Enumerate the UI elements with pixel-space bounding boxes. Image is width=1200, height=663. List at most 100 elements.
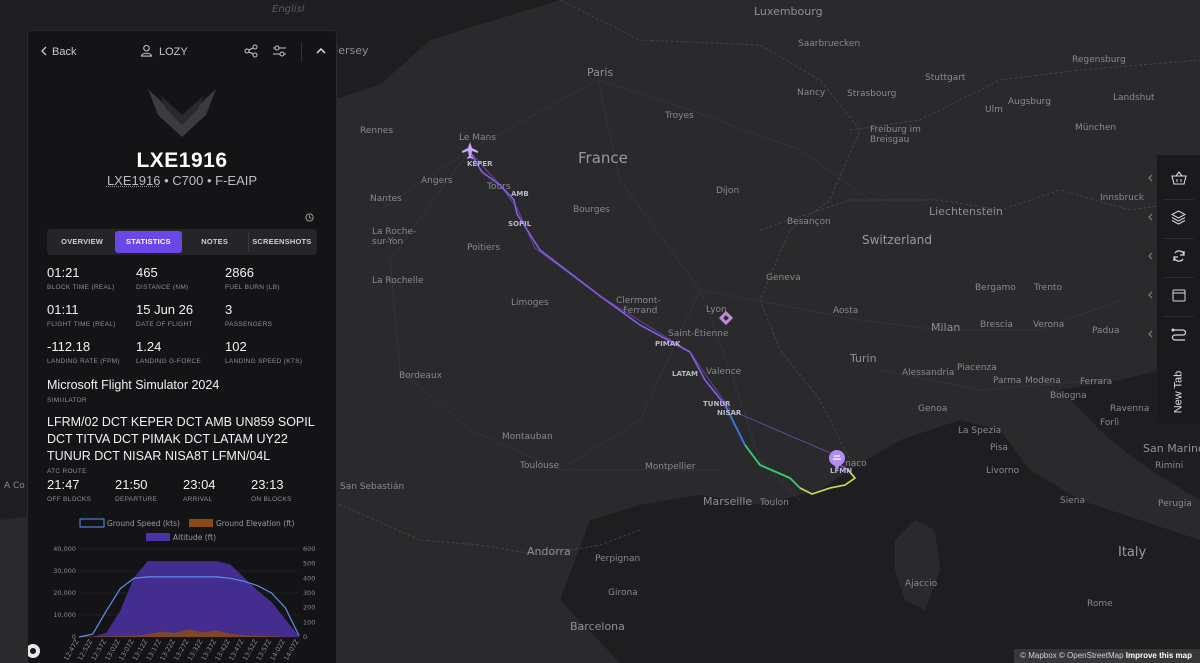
- label-innsbruck: Innsbruck: [1100, 193, 1145, 203]
- user-label: LOZY: [159, 46, 188, 58]
- route-toggle-icon[interactable]: [1157, 317, 1200, 351]
- right-toolbar: New Tab: [1157, 155, 1200, 423]
- stats-row-3: -112.18 LANDING RATE (FPM) 1.24 LANDING G-…: [47, 339, 314, 365]
- stat-passengers: 3 PASSENGERS: [225, 302, 314, 328]
- route-label: ATC ROUTE: [47, 468, 87, 475]
- stat-value: -112.18: [47, 339, 91, 354]
- stat-date: 15 Jun 26 DATE OF FLIGHT: [136, 302, 225, 328]
- label-strasbourg: Strasbourg: [847, 89, 896, 99]
- tab-screenshots[interactable]: SCREENSHOTS: [247, 231, 315, 253]
- label-ulm: Ulm: [985, 105, 1003, 115]
- label-montauban: Montauban: [502, 432, 553, 442]
- time-on-blocks: 23:13 ON BLOCKS: [251, 477, 319, 503]
- stat-value: 102: [225, 339, 247, 354]
- new-tab-label: New Tab: [1172, 370, 1185, 413]
- waypoint-pimak: PIMAK: [655, 340, 681, 348]
- new-tab-button[interactable]: New Tab: [1157, 360, 1200, 423]
- attribution-osm[interactable]: © OpenStreetMap: [1059, 651, 1124, 660]
- label-augsburg: Augsburg: [1008, 97, 1051, 107]
- y-tick-label-right: 200: [303, 604, 315, 612]
- y-tick-label-right: 400: [303, 574, 315, 582]
- chevron-up-icon[interactable]: [316, 46, 326, 58]
- label-landshut: Landshut: [1113, 93, 1155, 103]
- refresh-icon[interactable]: [1157, 239, 1200, 273]
- simulator-label: SIMULATOR: [47, 397, 88, 404]
- share-icon[interactable]: [244, 44, 258, 61]
- flight-details-panel: Back LOZY LXE1916 LXE1916 • C700 • F-EAI…: [27, 30, 337, 663]
- label-le-mans: Le Mans: [459, 133, 496, 143]
- y-tick-label-left: 10,000: [53, 611, 76, 619]
- label-san-marino: San Marino: [1143, 442, 1200, 455]
- label-regensburg: Regensburg: [1072, 55, 1126, 65]
- label-geneva: Geneva: [766, 273, 801, 283]
- tab-notes[interactable]: NOTES: [182, 231, 248, 253]
- back-label: Back: [52, 46, 77, 58]
- label-besancon: Besançon: [787, 217, 831, 227]
- label-bordeaux: Bordeaux: [399, 371, 443, 381]
- basket-icon[interactable]: [1157, 161, 1200, 195]
- stat-block-time: 01:21 BLOCK TIME (REAL): [47, 265, 136, 291]
- label-saint-etienne: Saint-Étienne: [668, 327, 729, 339]
- label-munich: München: [1075, 123, 1116, 133]
- airline-logo-icon: [146, 87, 218, 144]
- tab-overview[interactable]: OVERVIEW: [49, 231, 115, 253]
- y-tick-label-left: 40,000: [53, 545, 76, 553]
- time-label: DEPARTURE: [115, 496, 158, 503]
- waypoint-keper: KEPER: [467, 160, 493, 168]
- label-aosta: Aosta: [833, 306, 858, 316]
- improve-map-link[interactable]: Improve this map: [1126, 651, 1192, 660]
- flight-callsign[interactable]: LXE1916: [107, 173, 161, 188]
- legend-speed: Ground Speed (kts): [107, 519, 180, 528]
- clock-icon[interactable]: [305, 209, 314, 227]
- simulator-value: Microsoft Flight Simulator 2024: [47, 378, 220, 392]
- label-valence: Valence: [706, 367, 742, 377]
- tab-statistics[interactable]: STATISTICS: [115, 231, 182, 253]
- filters-icon[interactable]: [272, 44, 287, 61]
- stat-distance: 465 DISTANCE (NM): [136, 265, 225, 291]
- layers-icon[interactable]: [1157, 200, 1200, 234]
- label-liechtenstein: Liechtenstein: [929, 205, 1003, 218]
- attribution-mapbox[interactable]: © Mapbox: [1020, 651, 1057, 660]
- label-limoges: Limoges: [511, 298, 549, 308]
- label-verona: Verona: [1033, 320, 1064, 330]
- label-jersey: Jersey: [334, 44, 369, 57]
- topbar-divider: [301, 42, 302, 62]
- chart-marks: [78, 561, 300, 638]
- label-bologna: Bologna: [1050, 391, 1087, 401]
- waypoint-latam: LATAM: [672, 370, 698, 378]
- separator-dot: •: [206, 173, 212, 188]
- label-andorra: Andorra: [527, 545, 571, 558]
- label-pisa: Pisa: [990, 443, 1008, 453]
- route-block: LFRM/02 DCT KEPER DCT AMB UN859 SOPIL DC…: [47, 414, 317, 475]
- label-rome: Rome: [1087, 599, 1113, 609]
- label-turin: Turin: [849, 352, 877, 365]
- flight-profile-chart[interactable]: Ground Speed (kts) Ground Elevation (ft)…: [47, 515, 327, 663]
- user-button[interactable]: LOZY: [140, 31, 188, 73]
- stat-label: LANDING RATE (FPM): [47, 358, 120, 365]
- time-off-blocks: 21:47 OFF BLOCKS: [47, 477, 115, 503]
- label-toulon: Toulon: [759, 498, 789, 508]
- label-milan: Milan: [931, 321, 960, 334]
- panel-tabs: OVERVIEW STATISTICS NOTES SCREENSHOTS: [47, 229, 317, 255]
- time-departure: 21:50 DEPARTURE: [115, 477, 183, 503]
- waypoint-amb: AMB: [511, 190, 529, 198]
- time-value: 23:04: [183, 477, 216, 492]
- legend-swatch-elevation: [189, 519, 213, 527]
- window-icon[interactable]: [1157, 278, 1200, 312]
- label-poitiers: Poitiers: [467, 243, 500, 253]
- label-ajaccio: Ajaccio: [905, 579, 938, 589]
- y-tick-label-right: 0: [303, 633, 307, 641]
- label-france: France: [578, 149, 628, 167]
- label-trento: Trento: [1033, 283, 1062, 293]
- back-button[interactable]: Back: [40, 46, 76, 59]
- label-perpignan: Perpignan: [595, 554, 640, 564]
- stat-label: FUEL BURN (LB): [225, 284, 280, 291]
- label-modena: Modena: [1025, 376, 1061, 386]
- label-freiburg: Freiburg im: [870, 125, 921, 135]
- legend-altitude: Altitude (ft): [173, 533, 216, 542]
- label-perugia: Perugia: [1158, 499, 1192, 509]
- label-forli: Forlì: [1100, 418, 1119, 428]
- altitude-area: [79, 561, 299, 637]
- time-label: OFF BLOCKS: [47, 496, 92, 503]
- stat-fuel-burn: 2866 FUEL BURN (LB): [225, 265, 314, 291]
